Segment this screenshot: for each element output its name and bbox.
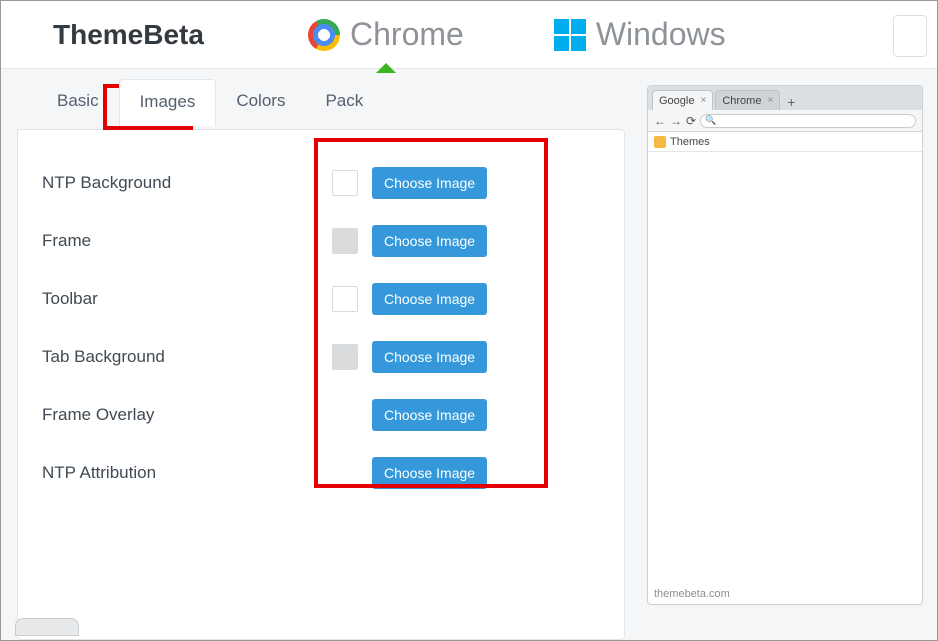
preview-toolbar: ← → ⟳ 🔍 [648, 110, 922, 132]
row-tab-background: Tab Background Choose Image [42, 328, 600, 386]
swatch-tab-background[interactable] [332, 344, 358, 370]
tab-basic[interactable]: Basic [37, 79, 119, 125]
brand-logo[interactable]: ThemeBeta [53, 19, 308, 51]
editor-panel: Basic Images Colors Pack NTP Background … [17, 79, 625, 640]
tab-colors[interactable]: Colors [216, 79, 305, 125]
choose-image-button-frame[interactable]: Choose Image [372, 225, 487, 257]
choose-image-button-frame-overlay[interactable]: Choose Image [372, 399, 487, 431]
tab-pack[interactable]: Pack [305, 79, 383, 125]
tab-images[interactable]: Images [119, 79, 217, 126]
row-toolbar: Toolbar Choose Image [42, 270, 600, 328]
preview-tab-google[interactable]: Google × [652, 90, 713, 110]
chrome-icon [308, 19, 340, 51]
site-header: ThemeBeta Chrome Windows [1, 1, 937, 69]
tab-label: Colors [236, 91, 285, 110]
bookmark-label[interactable]: Themes [670, 136, 710, 148]
preview-tab-chrome[interactable]: Chrome × [715, 90, 780, 110]
header-account-button[interactable] [893, 15, 927, 57]
preview-tabstrip: Google × Chrome × + [648, 86, 922, 110]
images-panel-body: NTP Background Choose Image Frame Choose… [17, 129, 625, 640]
choose-image-button-tab-background[interactable]: Choose Image [372, 341, 487, 373]
platform-tab-chrome[interactable]: Chrome [308, 16, 464, 53]
close-icon[interactable]: × [700, 95, 706, 106]
back-icon[interactable]: ← [654, 114, 666, 128]
address-bar[interactable]: 🔍 [700, 114, 916, 128]
swatch-ntp-background[interactable] [332, 170, 358, 196]
row-label: NTP Attribution [42, 463, 332, 483]
new-tab-button[interactable]: + [784, 96, 798, 110]
row-ntp-attribution: NTP Attribution Choose Image [42, 444, 600, 502]
row-ntp-background: NTP Background Choose Image [42, 154, 600, 212]
tab-label: Images [140, 92, 196, 111]
preview-status-text: themebeta.com [654, 588, 730, 600]
content-area: Basic Images Colors Pack NTP Background … [1, 69, 937, 640]
forward-icon[interactable]: → [670, 114, 682, 128]
platform-label: Windows [596, 16, 726, 53]
editor-tabs: Basic Images Colors Pack [17, 79, 625, 125]
preview-bookmark-bar: Themes [648, 132, 922, 152]
bookmark-favicon [654, 136, 666, 148]
preview-tab-label: Chrome [722, 95, 761, 107]
browser-preview-window: Google × Chrome × + ← → ⟳ 🔍 Themes [647, 85, 923, 605]
swatch-frame[interactable] [332, 228, 358, 254]
row-frame-overlay: Frame Overlay Choose Image [42, 386, 600, 444]
row-label: Toolbar [42, 289, 332, 309]
close-icon[interactable]: × [767, 95, 773, 106]
choose-image-button-ntp-background[interactable]: Choose Image [372, 167, 487, 199]
row-label: NTP Background [42, 173, 332, 193]
platform-tab-windows[interactable]: Windows [554, 16, 726, 53]
choose-image-button-ntp-attribution[interactable]: Choose Image [372, 457, 487, 489]
search-icon: 🔍 [705, 115, 716, 126]
tab-label: Basic [57, 91, 99, 110]
preview-tab-label: Google [659, 95, 694, 107]
tab-label: Pack [325, 91, 363, 110]
theme-preview: Google × Chrome × + ← → ⟳ 🔍 Themes [647, 85, 923, 640]
row-frame: Frame Choose Image [42, 212, 600, 270]
row-label: Frame Overlay [42, 405, 332, 425]
platform-label: Chrome [350, 16, 464, 53]
windows-icon [554, 19, 586, 51]
row-label: Frame [42, 231, 332, 251]
reload-icon[interactable]: ⟳ [686, 114, 696, 128]
swatch-toolbar[interactable] [332, 286, 358, 312]
row-label: Tab Background [42, 347, 332, 367]
choose-image-button-toolbar[interactable]: Choose Image [372, 283, 487, 315]
truncated-tab-indicator [15, 618, 79, 636]
